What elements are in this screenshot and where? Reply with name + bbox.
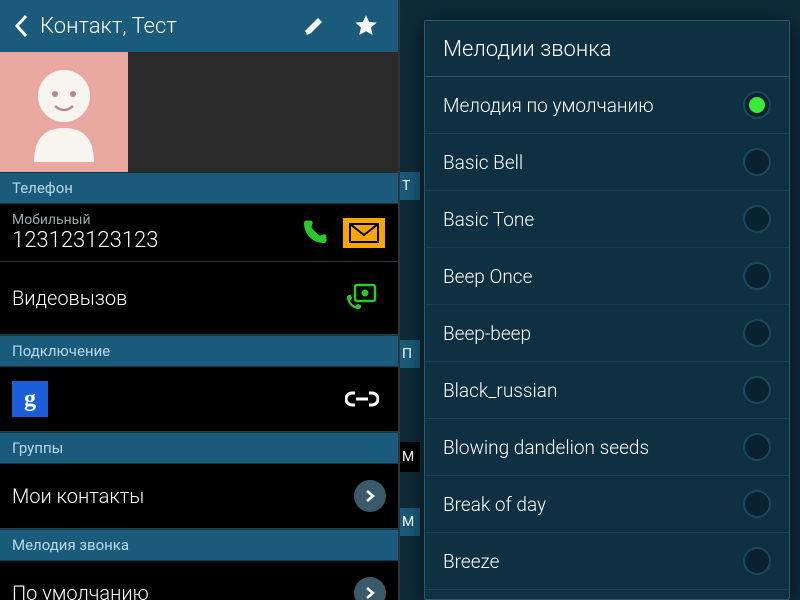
call-button[interactable] (290, 213, 338, 253)
ringtone-option-label: Black_russian (443, 379, 743, 402)
groups-value: Мои контакты (12, 484, 354, 508)
avatar[interactable] (0, 52, 128, 172)
section-connection: Подключение (0, 335, 398, 367)
ringtone-option-label: Basic Bell (443, 151, 743, 174)
ringtone-option[interactable]: Blowing dandelion seeds (425, 419, 789, 476)
person-icon (19, 62, 109, 162)
radio-button[interactable] (743, 547, 771, 575)
ringtone-chevron[interactable] (354, 577, 386, 600)
radio-button[interactable] (743, 91, 771, 119)
ringtone-row[interactable]: По умолчанию (0, 561, 398, 600)
section-groups: Группы (0, 432, 398, 464)
ringtone-dialog: Мелодии звонка Мелодия по умолчанию Basic… (424, 20, 790, 600)
ringtone-option-label: Beep-beep (443, 322, 743, 345)
video-call-row[interactable]: Видеовызов (0, 262, 398, 335)
chevron-right-icon (365, 489, 375, 503)
radio-button[interactable] (743, 148, 771, 176)
bg-hint: Т (400, 172, 420, 200)
star-icon (353, 13, 379, 39)
ringtone-option[interactable]: Beep-beep (425, 305, 789, 362)
video-call-icon (345, 283, 379, 313)
ringtone-option-label: Beep Once (443, 265, 743, 288)
radio-button[interactable] (743, 376, 771, 404)
phone-icon (299, 218, 329, 248)
edit-button[interactable] (288, 0, 340, 52)
ringtone-option[interactable]: Basic Bell (425, 134, 789, 191)
phone-number: 123123123123 (12, 228, 286, 253)
pencil-icon (302, 14, 326, 38)
ringtone-value: По умолчанию (12, 581, 354, 600)
ringtone-picker-screen: Т П М М Мелодии звонка Мелодия по умолча… (400, 0, 800, 600)
bg-hint: М (400, 442, 420, 472)
chevron-right-icon (365, 586, 375, 600)
contact-detail-screen: Контакт, Тест Телефон Мобильный (0, 0, 400, 600)
ringtone-option[interactable]: Beep Once (425, 248, 789, 305)
chevron-left-icon (14, 14, 28, 38)
ringtone-option[interactable]: Black_russian (425, 362, 789, 419)
ringtone-option[interactable]: Мелодия по умолчанию (425, 77, 789, 134)
link-button[interactable] (338, 379, 386, 419)
radio-button[interactable] (743, 262, 771, 290)
radio-button[interactable] (743, 490, 771, 518)
ringtone-list[interactable]: Мелодия по умолчанию Basic Bell Basic Tone… (425, 77, 789, 599)
ringtone-option-label: Breeze (443, 550, 743, 573)
avatar-area (0, 52, 398, 172)
google-badge: g (12, 381, 48, 417)
ringtone-option-label: Basic Tone (443, 208, 743, 231)
ringtone-option[interactable]: Bugs' story (425, 590, 789, 599)
radio-button[interactable] (743, 205, 771, 233)
link-icon (345, 389, 379, 409)
ringtone-option-label: Мелодия по умолчанию (443, 94, 743, 117)
video-call-label: Видеовызов (12, 286, 334, 310)
radio-button[interactable] (743, 319, 771, 347)
groups-chevron[interactable] (354, 480, 386, 512)
radio-button[interactable] (743, 433, 771, 461)
phone-info: Мобильный 123123123123 (12, 212, 286, 253)
video-call-button[interactable] (338, 278, 386, 318)
ringtone-option[interactable]: Breeze (425, 533, 789, 590)
groups-row[interactable]: Мои контакты (0, 464, 398, 529)
bg-hint: М (400, 508, 420, 536)
favorite-button[interactable] (340, 0, 392, 52)
dialog-title: Мелодии звонка (425, 21, 789, 77)
header: Контакт, Тест (0, 0, 398, 52)
page-title: Контакт, Тест (36, 14, 288, 39)
back-button[interactable] (6, 0, 36, 52)
sms-button[interactable] (342, 217, 386, 249)
section-ringtone: Мелодия звонка (0, 529, 398, 561)
phone-row[interactable]: Мобильный 123123123123 (0, 204, 398, 262)
phone-type-label: Мобильный (12, 212, 286, 228)
ringtone-option-label: Blowing dandelion seeds (443, 436, 743, 459)
ringtone-option[interactable]: Basic Tone (425, 191, 789, 248)
connection-row[interactable]: g (0, 367, 398, 432)
envelope-icon (349, 223, 379, 243)
ringtone-option-label: Break of day (443, 493, 743, 516)
bg-hint: П (400, 340, 420, 368)
ringtone-option[interactable]: Break of day (425, 476, 789, 533)
section-phone: Телефон (0, 172, 398, 204)
